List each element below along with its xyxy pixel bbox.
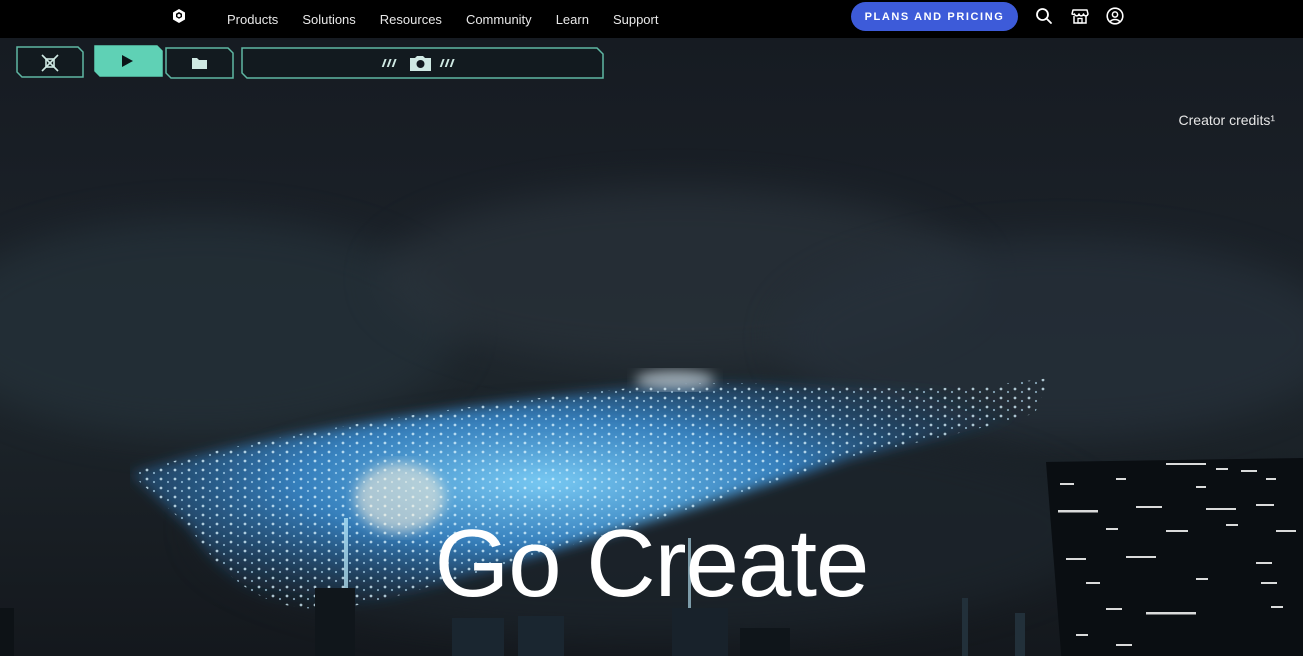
camera-icon bbox=[410, 56, 431, 71]
top-navigation-bar: Products Solutions Resources Community L… bbox=[0, 0, 1303, 38]
hud-camera-button[interactable] bbox=[241, 47, 604, 79]
nav-learn[interactable]: Learn bbox=[556, 12, 589, 27]
hud-play-button[interactable] bbox=[94, 45, 163, 77]
unity-logo-icon[interactable] bbox=[171, 8, 187, 24]
creator-credits-link[interactable]: Creator credits¹ bbox=[1179, 112, 1275, 128]
nav-community[interactable]: Community bbox=[466, 12, 532, 27]
nav-solutions[interactable]: Solutions bbox=[302, 12, 355, 27]
nav-resources[interactable]: Resources bbox=[380, 12, 442, 27]
hero-headline: Go Create bbox=[434, 510, 870, 617]
account-icon[interactable] bbox=[1106, 7, 1124, 25]
nav-products[interactable]: Products bbox=[227, 12, 278, 27]
hero-section: Creator credits¹ Go Create bbox=[0, 38, 1303, 656]
nav-support[interactable]: Support bbox=[613, 12, 659, 27]
hud-folder-button[interactable] bbox=[165, 47, 234, 79]
plans-and-pricing-button[interactable]: PLANS AND PRICING bbox=[851, 2, 1018, 31]
main-nav: Products Solutions Resources Community L… bbox=[227, 0, 682, 38]
hud-crosshair-button[interactable] bbox=[16, 46, 84, 78]
search-icon[interactable] bbox=[1035, 7, 1053, 25]
store-icon[interactable] bbox=[1071, 7, 1089, 25]
